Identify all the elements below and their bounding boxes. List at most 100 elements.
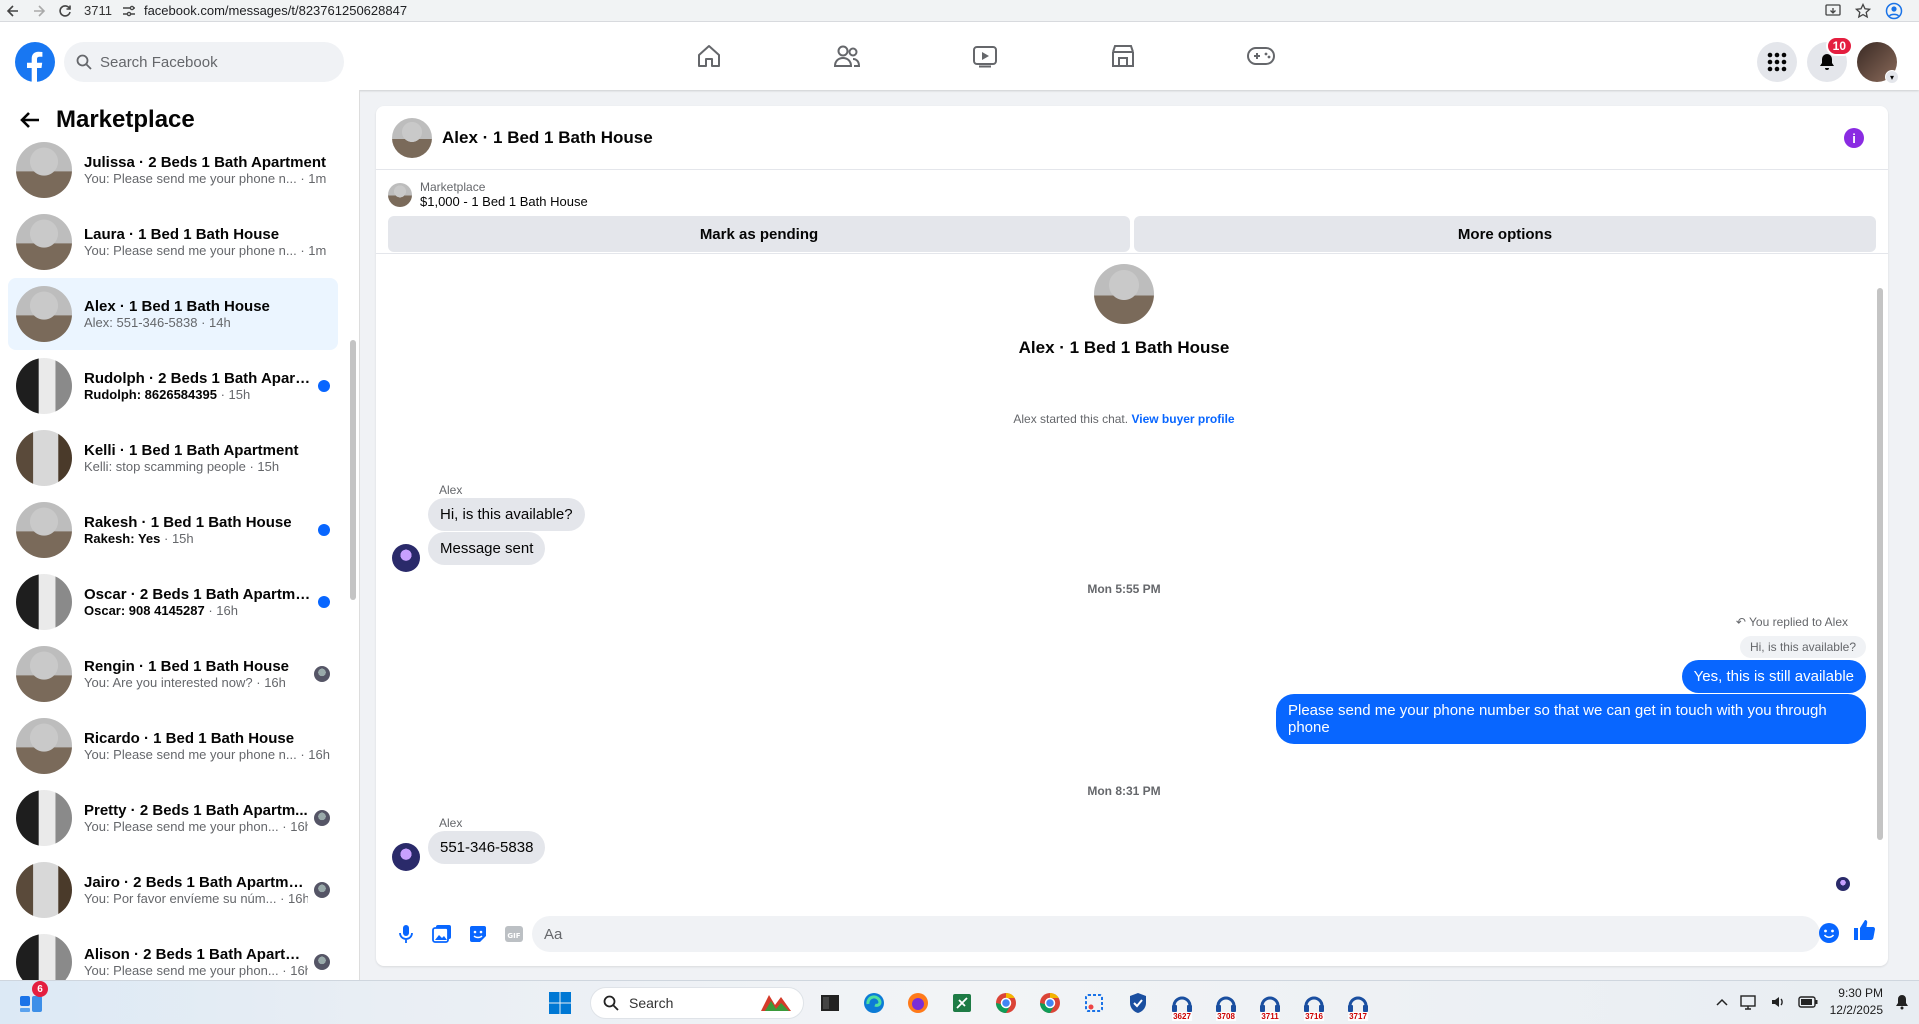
chat-title[interactable]: Alex · 1 Bed 1 Bath House (442, 128, 653, 148)
session-label: 3717 (1348, 1012, 1368, 1021)
gif-icon[interactable]: GIF (496, 916, 532, 952)
conversation-item[interactable]: Rakesh · 1 Bed 1 Bath House Rakesh: Yes ·… (8, 494, 338, 566)
sender-name: Alex (439, 483, 463, 497)
conversation-preview: You: Please send me your phone n... · 16… (84, 747, 330, 762)
unread-dot-icon (318, 596, 330, 608)
outgoing-message[interactable]: Yes, this is still available (1681, 660, 1866, 693)
search-box[interactable]: Search Facebook (64, 42, 344, 82)
message-input[interactable]: Aa (532, 916, 1820, 952)
conversation-item[interactable]: Kelli · 1 Bed 1 Bath Apartment Kelli: sto… (8, 422, 338, 494)
photo-icon[interactable] (424, 916, 460, 952)
sidebar-title: Marketplace (56, 106, 195, 133)
incoming-message[interactable]: 551-346-5838 (428, 831, 546, 864)
read-receipt-avatar (314, 810, 330, 826)
chevron-up-icon[interactable] (1716, 998, 1728, 1006)
taskbar-search[interactable]: Search (590, 987, 804, 1019)
scrollbar-thumb[interactable] (350, 340, 356, 600)
conversation-item[interactable]: Pretty · 2 Beds 1 Bath Apartm... You: Ple… (8, 782, 338, 854)
microphone-icon[interactable] (388, 916, 424, 952)
volume-icon[interactable] (1770, 994, 1786, 1010)
scrollbar-thumb[interactable] (1877, 288, 1883, 840)
nav-gaming[interactable] (1192, 22, 1330, 90)
chat-panel: Alex · 1 Bed 1 Bath House i Marketplace … (376, 106, 1888, 966)
quoted-message[interactable]: Hi, is this available? (1739, 636, 1866, 658)
marketplace-icon (1110, 43, 1136, 69)
chat-avatar[interactable] (392, 117, 432, 158)
widgets-badge: 6 (32, 981, 48, 997)
sticker-icon[interactable] (460, 916, 496, 952)
message-timestamp: Mon 8:31 PM (1087, 784, 1161, 798)
conversation-item[interactable]: Ricardo · 1 Bed 1 Bath House You: Please … (8, 710, 338, 782)
outgoing-message[interactable]: Please send me your phone number so that… (1276, 694, 1866, 744)
intro-avatar[interactable] (1094, 264, 1154, 324)
sender-avatar[interactable] (392, 843, 420, 871)
site-settings-icon[interactable] (122, 5, 136, 17)
conversation-item[interactable]: Jairo · 2 Beds 1 Bath Apartment You: Por … (8, 854, 338, 926)
conversation-item[interactable]: Alex · 1 Bed 1 Bath House Alex: 551-346-5… (8, 278, 338, 350)
conversation-item[interactable]: Julissa · 2 Beds 1 Bath Apartment You: Pl… (8, 134, 338, 206)
bookmark-star-icon[interactable] (1855, 2, 1871, 19)
read-receipt-avatar (314, 882, 330, 898)
conversation-item[interactable]: Rudolph · 2 Beds 1 Bath Apart... Rudolph:… (8, 350, 338, 422)
conversation-preview: You: Please send me your phon... · 16h (84, 963, 308, 978)
clock[interactable]: 9:30 PM 12/2/2025 (1830, 985, 1883, 1019)
forward-arrow-icon[interactable] (26, 1, 52, 21)
incoming-message[interactable]: Message sent (428, 532, 546, 565)
more-options-button[interactable]: More options (1134, 216, 1876, 252)
emoji-icon[interactable] (1818, 922, 1840, 944)
nav-marketplace[interactable] (1054, 22, 1192, 90)
back-arrow-icon[interactable] (0, 1, 26, 21)
battery-icon[interactable] (1797, 996, 1818, 1008)
firefox-icon[interactable] (900, 987, 936, 1019)
remote-session-icon[interactable]: 3627 (1164, 987, 1200, 1021)
listing-info[interactable]: Marketplace $1,000 - 1 Bed 1 Bath House (388, 180, 588, 209)
incoming-message[interactable]: Hi, is this available? (428, 498, 585, 531)
windows-start-icon[interactable] (548, 991, 572, 1015)
file-explorer-icon[interactable] (812, 987, 848, 1019)
conversation-item[interactable]: Rengin · 1 Bed 1 Bath House You: Are you … (8, 638, 338, 710)
mark-as-pending-button[interactable]: Mark as pending (388, 216, 1130, 252)
listing-thumbnail (16, 430, 72, 486)
conversation-item[interactable]: Alison · 2 Beds 1 Bath Apartm... You: Ple… (8, 926, 338, 980)
notification-bell-icon[interactable] (1895, 994, 1909, 1010)
info-icon[interactable]: i (1844, 128, 1864, 148)
remote-session-icon[interactable]: 3711 (1252, 987, 1288, 1021)
chat-scrollbar[interactable] (1876, 266, 1884, 886)
conversation-item[interactable]: Oscar · 2 Beds 1 Bath Apartment Oscar: 90… (8, 566, 338, 638)
reload-icon[interactable] (52, 1, 78, 21)
chrome-icon[interactable] (1032, 987, 1068, 1019)
preview-time: 16h (290, 819, 308, 834)
shield-icon[interactable] (1120, 987, 1156, 1019)
conversation-item[interactable]: Laura · 1 Bed 1 Bath House You: Please se… (8, 206, 338, 278)
video-icon (972, 44, 998, 68)
spreadsheet-icon[interactable] (944, 987, 980, 1019)
conversation-preview: Alex: 551-346-5838 · 14h (84, 315, 330, 330)
friends-icon (833, 43, 861, 69)
sender-avatar[interactable] (392, 544, 420, 572)
view-buyer-profile-link[interactable]: View buyer profile (1131, 412, 1234, 426)
chrome-profile-icon[interactable] (988, 987, 1024, 1019)
notifications-button[interactable]: 10 (1807, 36, 1853, 82)
snipping-tool-icon[interactable] (1076, 987, 1112, 1019)
address-bar[interactable]: facebook.com/messages/t/823761250628847 (122, 3, 1825, 18)
remote-session-icon[interactable]: 3708 (1208, 987, 1244, 1021)
edge-browser-icon[interactable] (856, 987, 892, 1019)
preview-text: You: Please send me your phon... (84, 819, 279, 834)
conversation-name: Oscar · 2 Beds 1 Bath Apartment (84, 586, 312, 603)
nav-friends[interactable] (778, 22, 916, 90)
menu-button[interactable] (1757, 42, 1797, 82)
profile-icon[interactable] (1885, 2, 1903, 20)
back-arrow-icon[interactable] (20, 111, 40, 129)
nav-home[interactable] (640, 22, 778, 90)
nav-video[interactable] (916, 22, 1054, 90)
remote-session-icon[interactable]: 3717 (1340, 987, 1376, 1021)
message-timestamp: Mon 5:55 PM (1087, 582, 1161, 596)
sidebar-scrollbar[interactable] (349, 140, 357, 970)
thumbs-up-icon[interactable] (1852, 918, 1876, 942)
network-icon[interactable] (1739, 994, 1758, 1010)
account-avatar[interactable]: ▾ (1857, 42, 1899, 84)
conversation-preview: Kelli: stop scamming people · 15h (84, 459, 330, 474)
install-app-icon[interactable] (1825, 3, 1841, 18)
facebook-logo-icon[interactable] (15, 42, 55, 82)
remote-session-icon[interactable]: 3716 (1296, 987, 1332, 1021)
